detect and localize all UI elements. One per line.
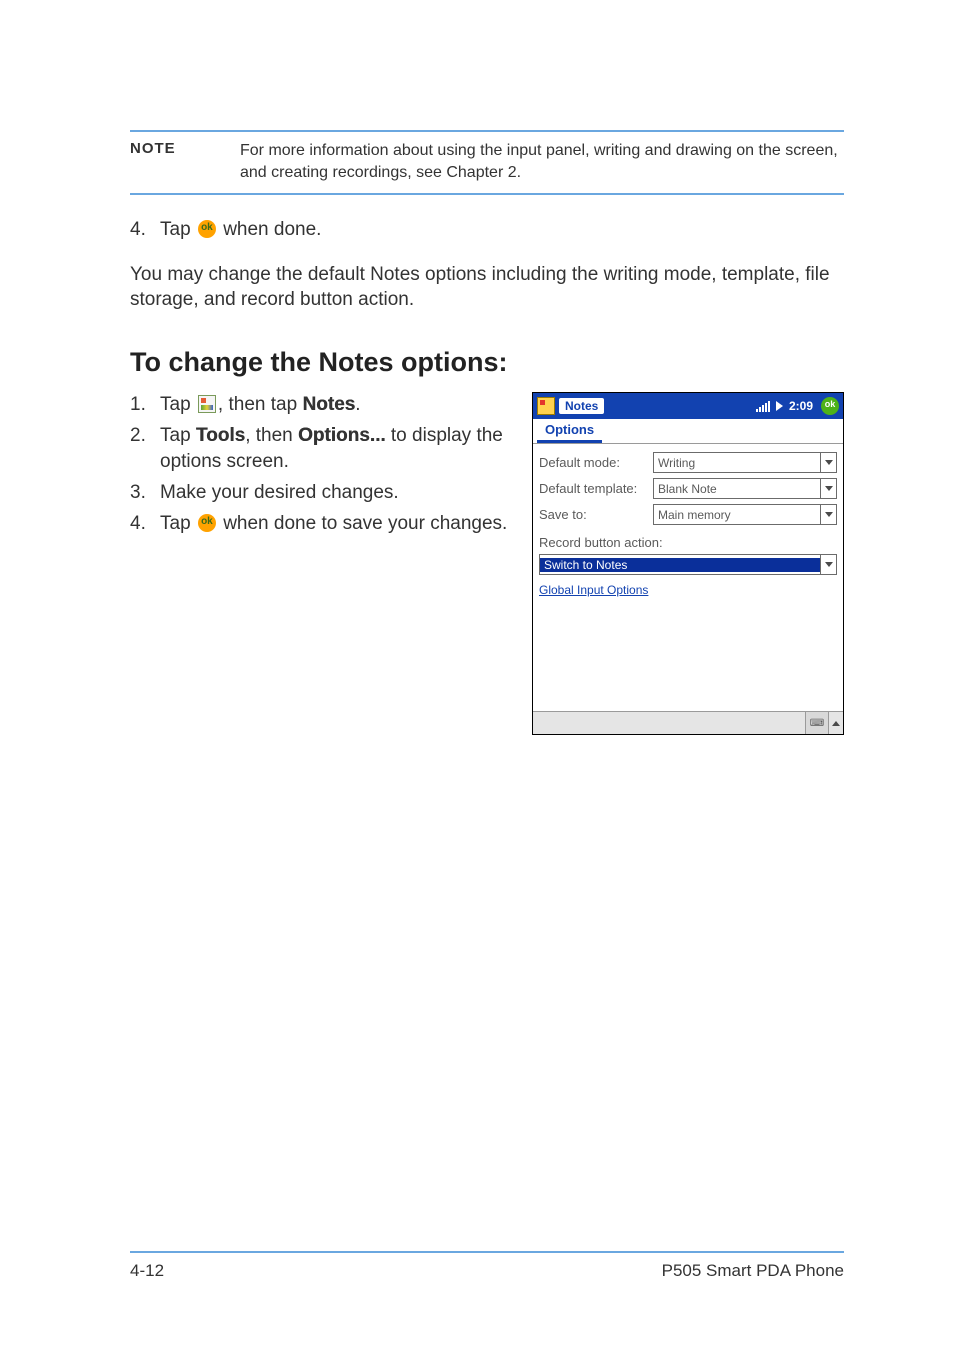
step-4-upper: 4. Tap when done. [130,217,844,244]
chevron-down-icon[interactable] [820,479,836,498]
note-text: For more information about using the inp… [240,140,844,183]
section-heading: To change the Notes options: [130,345,844,380]
step-2: 2. Tap Tools, then Options... to display… [130,423,512,476]
save-to-combo[interactable]: Main memory [653,504,837,525]
step-number: 3. [130,480,160,507]
start-icon[interactable] [537,397,555,415]
chevron-down-icon[interactable] [820,555,836,574]
default-mode-label: Default mode: [539,455,653,470]
step-3: 3. Make your desired changes. [130,480,512,507]
page-footer: 4-12 P505 Smart PDA Phone [130,1251,844,1281]
sip-bar: ⌨ [533,711,843,734]
default-template-label: Default template: [539,481,653,496]
chevron-down-icon[interactable] [820,505,836,524]
sip-selector-arrow[interactable] [828,712,843,734]
status-area: 2:09 [756,399,813,413]
options-form: Default mode: Writing Default template: … [533,444,843,711]
clock: 2:09 [789,399,813,413]
step-number: 4. [130,511,160,538]
step-text: Tap Tools, then Options... to display th… [160,423,512,476]
note-label: NOTE [130,140,240,183]
save-to-label: Save to: [539,507,653,522]
step-number: 1. [130,392,160,419]
device-screenshot: Notes 2:09 Options Default mode: Writing [532,392,844,735]
step-text: Tap when done to save your changes. [160,511,512,538]
chevron-down-icon[interactable] [820,453,836,472]
default-mode-combo[interactable]: Writing [653,452,837,473]
step-number: 4. [130,217,160,244]
step-text: Make your desired changes. [160,480,512,507]
page-number: 4-12 [130,1261,164,1281]
app-title: Notes [559,398,604,414]
step-number: 2. [130,423,160,476]
step-text: Tap when done. [160,217,844,244]
start-icon [198,395,216,413]
default-template-combo[interactable]: Blank Note [653,478,837,499]
step-1: 1. Tap , then tap Notes. [130,392,512,419]
record-action-combo[interactable]: Switch to Notes [539,554,837,575]
global-input-link[interactable]: Global Input Options [539,583,837,597]
doc-title: P505 Smart PDA Phone [662,1261,844,1281]
tab-options[interactable]: Options [537,419,602,443]
keyboard-icon[interactable]: ⌨ [805,712,828,734]
step-text: Tap , then tap Notes. [160,392,512,419]
signal-icon [756,400,770,412]
step-4: 4. Tap when done to save your changes. [130,511,512,538]
record-action-label: Record button action: [539,535,837,550]
ok-icon [198,220,216,238]
ok-button[interactable] [821,397,839,415]
paragraph: You may change the default Notes options… [130,262,844,313]
volume-icon [776,401,783,411]
ok-icon [198,514,216,532]
titlebar: Notes 2:09 [533,393,843,419]
note-block: NOTE For more information about using th… [130,130,844,195]
tab-bar: Options [533,419,843,444]
